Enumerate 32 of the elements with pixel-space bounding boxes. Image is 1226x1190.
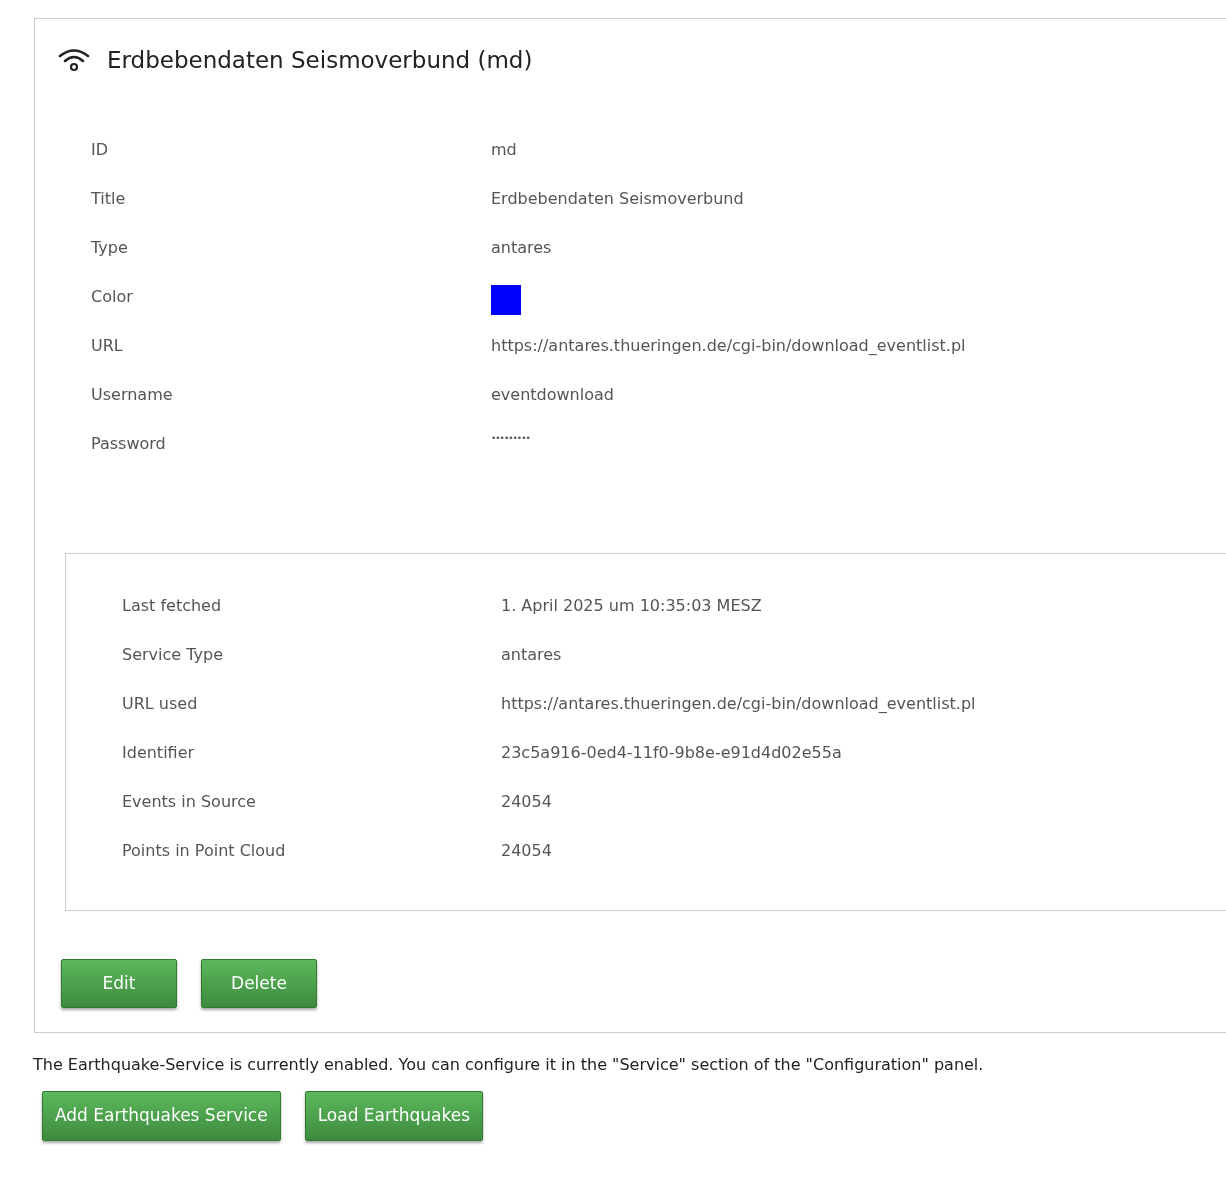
status-value: https://antares.thueringen.de/cgi-bin/download_eventlist.pl xyxy=(501,692,976,715)
load-button[interactable]: Load Earthquakes xyxy=(304,1091,483,1141)
field-label: Color xyxy=(91,285,134,308)
field-label: Type xyxy=(91,236,129,259)
status-label: Points in Point Cloud xyxy=(122,839,287,862)
status-label: Last fetched xyxy=(122,594,223,617)
field-value: antares xyxy=(491,236,552,259)
status-value: 24054 xyxy=(501,839,552,862)
field-value: https://antares.thueringen.de/cgi-bin/download_eventlist.pl xyxy=(491,334,966,357)
field-label: ID xyxy=(91,138,110,161)
status-value: 24054 xyxy=(501,790,552,813)
status-label: Identifier xyxy=(122,741,196,764)
field-label: URL xyxy=(91,334,124,357)
field-label: Username xyxy=(91,383,174,406)
wifi-icon xyxy=(57,48,91,73)
field-value: md xyxy=(491,138,517,161)
service-notice: The Earthquake-Service is currently enabled. You can configure it in the "Service" section of the "Configuration" panel. xyxy=(33,1054,985,1076)
field-value: eventdownload xyxy=(491,383,614,406)
status-value: 1. April 2025 um 10:35:03 MESZ xyxy=(501,594,762,617)
delete-button[interactable]: Delete xyxy=(201,958,317,1008)
field-value: Erdbebendaten Seismoverbund xyxy=(491,187,744,210)
status-label: Service Type xyxy=(122,643,224,666)
field-label: Password xyxy=(91,432,167,455)
status-label: URL used xyxy=(122,692,199,715)
status-value: antares xyxy=(501,643,562,666)
status-value: 23c5a916-0ed4-11f0-9b8e-e91d4d02e55a xyxy=(501,741,842,764)
panel-title: Erdbebendaten Seismoverbund (md) xyxy=(107,46,533,75)
add-service-button[interactable]: Add Earthquakes Service xyxy=(42,1091,281,1141)
status-label: Events in Source xyxy=(122,790,257,813)
edit-button[interactable]: Edit xyxy=(61,958,177,1008)
password-value: ••••••••• xyxy=(491,431,530,445)
field-label: Title xyxy=(91,187,127,210)
